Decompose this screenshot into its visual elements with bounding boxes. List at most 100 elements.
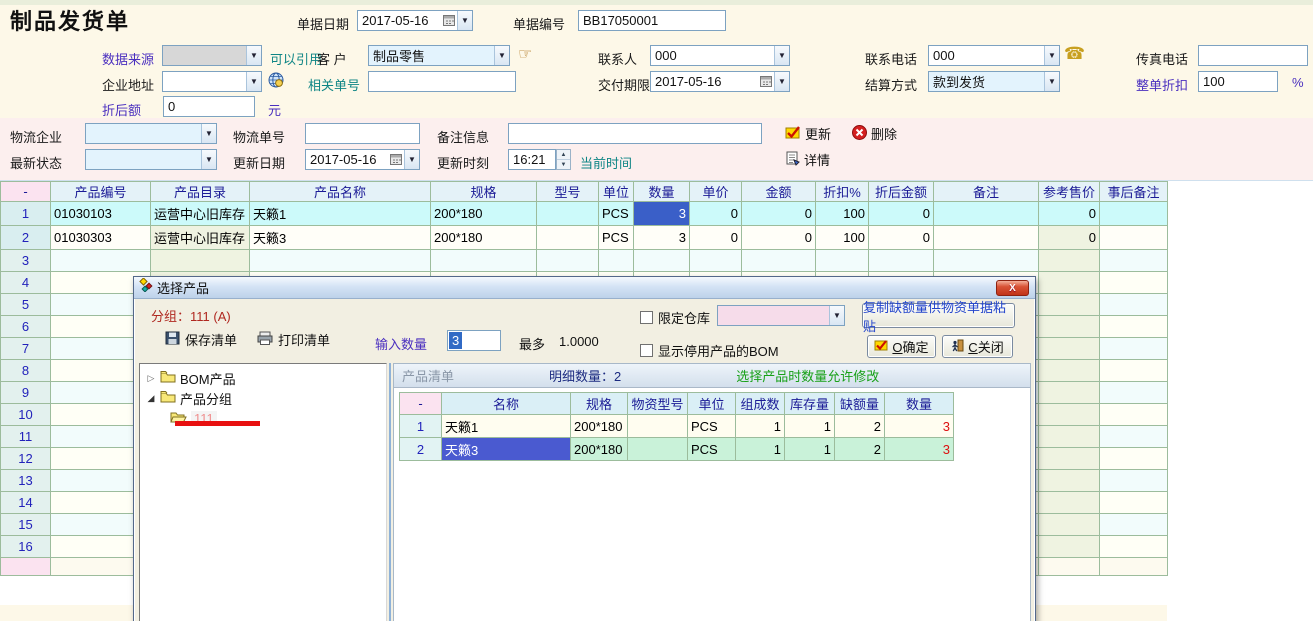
chevron-down-icon[interactable]: ▼ <box>246 72 261 91</box>
cell-amount[interactable]: 0 <box>742 202 816 226</box>
cell-code[interactable]: 01030303 <box>51 226 151 250</box>
time-spinner[interactable]: ▲▼ <box>556 149 571 170</box>
cell-qty[interactable]: 3 <box>885 415 954 438</box>
cell-stock[interactable]: 1 <box>785 415 835 438</box>
cell-post_remark[interactable] <box>1100 202 1168 226</box>
empty-cell[interactable] <box>934 250 1039 272</box>
row-number[interactable]: 3 <box>1 250 51 272</box>
chevron-down-icon[interactable]: ▼ <box>494 46 509 65</box>
cell-price[interactable]: 0 <box>690 202 742 226</box>
cell-spec[interactable]: 200*180 <box>571 415 628 438</box>
cell-spec[interactable]: 200*180 <box>431 202 537 226</box>
current-time-link[interactable]: 当前时间 <box>580 153 632 172</box>
close-icon[interactable]: X <box>996 280 1029 296</box>
row-number[interactable]: 6 <box>1 316 51 338</box>
waybill-input[interactable] <box>305 123 420 144</box>
empty-cell[interactable] <box>1100 272 1168 294</box>
cell-comp[interactable]: 1 <box>736 415 785 438</box>
update-date-picker[interactable]: 2017-05-16 ▼ <box>305 149 420 170</box>
row-number[interactable]: 16 <box>1 536 51 558</box>
tree-item-groups[interactable]: ◢ 产品分组 <box>140 388 386 408</box>
chevron-down-icon[interactable]: ▼ <box>404 150 419 169</box>
row-number[interactable]: 5 <box>1 294 51 316</box>
empty-cell[interactable] <box>1100 514 1168 536</box>
empty-cell[interactable] <box>742 250 816 272</box>
row-number[interactable]: 2 <box>1 226 51 250</box>
copy-shortage-button[interactable]: 复制缺额量供物资单据粘贴 <box>862 303 1015 328</box>
qty-cell-selected[interactable]: 3 <box>634 202 690 226</box>
cell-remark[interactable] <box>934 202 1039 226</box>
empty-cell[interactable] <box>250 250 431 272</box>
save-list-button[interactable]: 保存清单 <box>165 330 237 349</box>
remark-input[interactable] <box>508 123 762 144</box>
empty-cell[interactable] <box>1039 426 1100 448</box>
limit-warehouse-checkbox[interactable] <box>640 311 653 324</box>
empty-cell[interactable] <box>869 250 934 272</box>
warehouse-dropdown[interactable]: ▼ <box>717 305 845 326</box>
empty-cell[interactable] <box>599 250 634 272</box>
empty-cell[interactable] <box>1039 316 1100 338</box>
chevron-down-icon[interactable]: ▼ <box>774 72 789 91</box>
empty-cell[interactable] <box>1100 426 1168 448</box>
logistics-company-dropdown[interactable]: ▼ <box>85 123 217 144</box>
row-number[interactable]: 4 <box>1 272 51 294</box>
print-list-button[interactable]: 打印清单 <box>257 330 330 349</box>
empty-cell[interactable] <box>1100 492 1168 514</box>
update-time-input[interactable]: 16:21 <box>508 149 556 170</box>
cell-qty[interactable]: 3 <box>634 226 690 250</box>
cell-ref_price[interactable]: 0 <box>1039 226 1100 250</box>
detail-button[interactable]: 详情 <box>785 150 830 169</box>
cell-model[interactable] <box>628 438 688 461</box>
cell-unit[interactable]: PCS <box>599 226 634 250</box>
ok-button[interactable]: O确定 <box>867 335 936 358</box>
can-quote-link[interactable]: 可以引用 <box>270 49 322 68</box>
spin-up-icon[interactable]: ▲ <box>557 150 570 160</box>
doc-date-picker[interactable]: 2017-05-16 ▼ <box>357 10 473 31</box>
fax-input[interactable] <box>1198 45 1308 66</box>
empty-cell[interactable] <box>431 250 537 272</box>
address-dropdown[interactable]: ▼ <box>162 71 262 92</box>
cell-discount[interactable]: 100 <box>816 226 869 250</box>
cell-discount[interactable]: 100 <box>816 202 869 226</box>
close-button[interactable]: C关闭 <box>942 335 1013 358</box>
cell-post_remark[interactable] <box>1100 226 1168 250</box>
cell-name[interactable]: 天籁1 <box>250 202 431 226</box>
related-no-input[interactable] <box>368 71 516 92</box>
empty-cell[interactable] <box>1039 448 1100 470</box>
empty-cell[interactable] <box>1039 470 1100 492</box>
row-number[interactable]: 9 <box>1 382 51 404</box>
cell-name[interactable]: 天籁3 <box>250 226 431 250</box>
cell-stock[interactable]: 1 <box>785 438 835 461</box>
row-number[interactable]: 13 <box>1 470 51 492</box>
empty-cell[interactable] <box>1100 448 1168 470</box>
row-number[interactable]: 1 <box>400 415 442 438</box>
row-number[interactable]: 1 <box>1 202 51 226</box>
empty-cell[interactable] <box>1039 382 1100 404</box>
empty-cell[interactable] <box>690 250 742 272</box>
row-number[interactable]: 7 <box>1 338 51 360</box>
cell-unit[interactable]: PCS <box>688 438 736 461</box>
chevron-down-icon[interactable]: ▼ <box>457 11 472 30</box>
cell-remark[interactable] <box>934 226 1039 250</box>
empty-cell[interactable] <box>1039 536 1100 558</box>
empty-cell[interactable] <box>537 250 599 272</box>
empty-cell[interactable] <box>151 250 250 272</box>
input-qty-field[interactable]: 3 <box>447 330 501 351</box>
deadline-picker[interactable]: 2017-05-16 ▼ <box>650 71 790 92</box>
cell-catalog[interactable]: 运营中心旧库存 <box>151 226 250 250</box>
contact-dropdown[interactable]: 000 ▼ <box>650 45 790 66</box>
doc-no-input[interactable]: BB17050001 <box>578 10 726 31</box>
delete-button[interactable]: 删除 <box>852 124 897 143</box>
cell-model[interactable] <box>628 415 688 438</box>
empty-cell[interactable] <box>1100 536 1168 558</box>
chevron-down-icon[interactable]: ▼ <box>1044 46 1059 65</box>
empty-cell[interactable] <box>1039 272 1100 294</box>
empty-cell[interactable] <box>51 250 151 272</box>
customer-dropdown[interactable]: 制品零售 ▼ <box>368 45 510 66</box>
empty-cell[interactable] <box>1039 514 1100 536</box>
cell-comp[interactable]: 1 <box>736 438 785 461</box>
cell-discounted[interactable]: 0 <box>869 202 934 226</box>
empty-cell[interactable] <box>1039 294 1100 316</box>
cell-discounted[interactable]: 0 <box>869 226 934 250</box>
row-number[interactable]: 11 <box>1 426 51 448</box>
